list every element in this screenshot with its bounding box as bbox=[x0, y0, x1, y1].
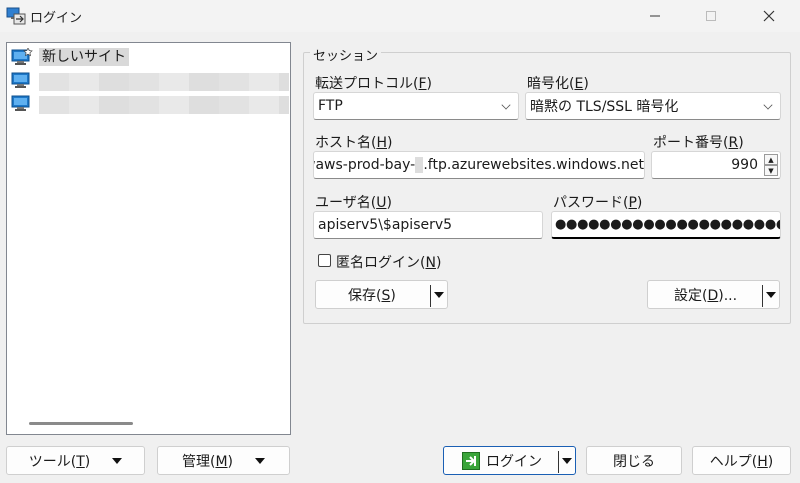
save-button[interactable]: 保存(S) bbox=[315, 280, 448, 309]
minimize-button[interactable] bbox=[632, 0, 678, 32]
user-label: ユーザ名(U) bbox=[315, 195, 392, 211]
save-text: 保存( bbox=[348, 287, 382, 304]
login-button[interactable]: ログイン bbox=[443, 446, 576, 475]
protocol-label-text: 転送プロトコル( bbox=[315, 76, 419, 92]
save-label: 保存(S) bbox=[348, 287, 396, 304]
split-separator bbox=[430, 285, 431, 307]
tree-item-site[interactable] bbox=[11, 72, 33, 90]
port-spinner[interactable]: ▲ ▼ bbox=[764, 154, 778, 176]
dropdown-arrow-icon[interactable] bbox=[434, 292, 444, 298]
chevron-down-icon bbox=[763, 100, 773, 110]
encryption-hotkey: E bbox=[574, 76, 584, 92]
title-bar: ログイン bbox=[0, 0, 800, 32]
anonymous-login-checkbox[interactable] bbox=[318, 254, 331, 267]
advanced-hotkey: D bbox=[707, 287, 719, 304]
site-monitor-icon bbox=[11, 72, 33, 90]
anonymous-hotkey: N bbox=[425, 255, 436, 271]
anonymous-login-label[interactable]: 匿名ログイン(N) bbox=[336, 252, 441, 272]
port-label-text: ポート番号( bbox=[653, 135, 729, 151]
protocol-select[interactable]: FTP bbox=[313, 92, 519, 120]
encryption-value: 暗黙の TLS/SSL 暗号化 bbox=[530, 99, 679, 115]
dropdown-arrow-icon bbox=[255, 457, 266, 464]
advanced-label: 設定(D)... bbox=[674, 285, 737, 305]
login-label: ログイン bbox=[486, 453, 542, 470]
user-label-text: ユーザ名( bbox=[315, 195, 377, 211]
close-button[interactable]: 閉じる bbox=[586, 446, 682, 475]
user-hotkey: U bbox=[376, 195, 387, 211]
tools-label: ツール(T) bbox=[28, 453, 91, 470]
login-icon bbox=[462, 451, 480, 470]
close-window-button[interactable] bbox=[746, 0, 792, 32]
password-label-text: パスワード( bbox=[553, 195, 629, 211]
maximize-button bbox=[688, 0, 734, 32]
redacted-site-name bbox=[39, 73, 289, 91]
username-value: apiserv5\$apiserv5 bbox=[318, 217, 453, 233]
advanced-suffix: )... bbox=[718, 287, 738, 304]
advanced-text: 設定( bbox=[674, 287, 708, 304]
tools-text: ツール( bbox=[28, 453, 77, 470]
close-label: 閉じる bbox=[613, 453, 655, 470]
host-input[interactable]: waws-prod-bay- .ftp.azurewebsites.windows… bbox=[313, 151, 645, 179]
protocol-hotkey: F bbox=[418, 76, 427, 92]
help-text: ヘルプ( bbox=[709, 453, 758, 470]
encryption-label-text: 暗号化( bbox=[527, 76, 575, 92]
port-hotkey: R bbox=[728, 135, 739, 151]
split-separator bbox=[558, 451, 559, 473]
horizontal-scrollbar[interactable] bbox=[29, 422, 133, 425]
site-monitor-icon bbox=[11, 95, 33, 113]
help-button[interactable]: ヘルプ(H) bbox=[692, 446, 791, 475]
tree-item-label: 新しいサイト bbox=[39, 48, 129, 66]
host-hotkey: H bbox=[376, 135, 387, 151]
username-input[interactable]: apiserv5\$apiserv5 bbox=[313, 211, 543, 239]
close-icon bbox=[763, 10, 775, 22]
manage-label: 管理(M) bbox=[181, 453, 234, 470]
host-label-text: ホスト名( bbox=[315, 135, 377, 151]
host-value-suffix: .ftp.azurewebsites.windows.net bbox=[423, 157, 644, 173]
host-label: ホスト名(H) bbox=[315, 135, 393, 151]
window-title: ログイン bbox=[30, 11, 83, 26]
tree-item-new-site[interactable]: 新しいサイト bbox=[11, 47, 129, 66]
chevron-down-icon bbox=[501, 100, 511, 110]
tools-button[interactable]: ツール(T) bbox=[6, 446, 145, 475]
tools-hotkey: T bbox=[76, 453, 85, 470]
minimize-icon bbox=[650, 15, 660, 17]
tree-item-site[interactable] bbox=[11, 95, 33, 113]
dropdown-arrow-icon[interactable] bbox=[766, 292, 776, 298]
spin-up-icon[interactable]: ▲ bbox=[764, 154, 778, 165]
manage-text: 管理( bbox=[181, 453, 216, 470]
password-hotkey: P bbox=[628, 195, 637, 211]
host-value-prefix: waws-prod-bay- bbox=[313, 157, 416, 173]
protocol-value: FTP bbox=[318, 98, 343, 114]
maximize-icon bbox=[706, 11, 716, 21]
session-legend: セッション bbox=[310, 45, 382, 64]
new-site-icon bbox=[11, 47, 33, 66]
advanced-button[interactable]: 設定(D)... bbox=[647, 280, 780, 309]
save-hotkey: S bbox=[381, 287, 391, 304]
site-tree[interactable]: 新しいサイト bbox=[6, 42, 291, 435]
port-label: ポート番号(R) bbox=[653, 135, 744, 151]
manage-hotkey: M bbox=[215, 453, 228, 470]
password-value: ●●●●●●●●●●●●●●●●●●●●●●●●●● bbox=[555, 217, 780, 232]
redacted-site-name bbox=[39, 96, 289, 114]
encryption-select[interactable]: 暗黙の TLS/SSL 暗号化 bbox=[525, 92, 781, 120]
password-label: パスワード(P) bbox=[553, 195, 643, 211]
spin-down-icon[interactable]: ▼ bbox=[764, 165, 778, 176]
help-hotkey: H bbox=[757, 453, 768, 470]
redacted-host-part bbox=[415, 157, 424, 173]
dropdown-arrow-icon bbox=[112, 457, 123, 464]
split-separator bbox=[762, 285, 763, 307]
password-input[interactable]: ●●●●●●●●●●●●●●●●●●●●●●●●●● bbox=[551, 211, 781, 239]
help-label: ヘルプ(H) bbox=[709, 453, 774, 470]
protocol-label: 転送プロトコル(F) bbox=[315, 76, 432, 92]
encryption-label: 暗号化(E) bbox=[527, 76, 589, 92]
port-value: 990 bbox=[731, 157, 758, 173]
manage-button[interactable]: 管理(M) bbox=[157, 446, 290, 475]
winscp-app-icon bbox=[6, 6, 26, 26]
dropdown-arrow-icon[interactable] bbox=[562, 458, 572, 464]
port-input[interactable]: 990 ▲ ▼ bbox=[651, 151, 781, 179]
anonymous-label-text: 匿名ログイン( bbox=[336, 255, 426, 271]
